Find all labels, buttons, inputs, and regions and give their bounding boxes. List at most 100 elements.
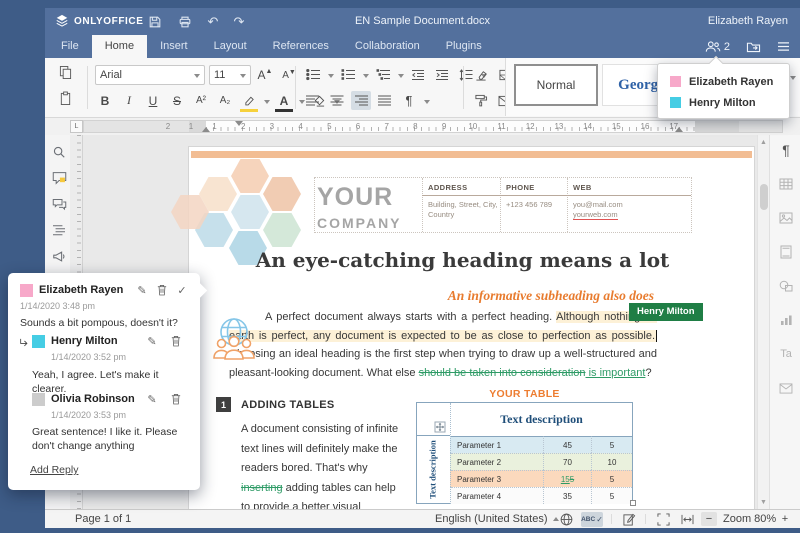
- mail-merge-settings-button[interactable]: [777, 379, 795, 397]
- comments-button[interactable]: [50, 169, 68, 187]
- table-settings-button[interactable]: [777, 175, 795, 193]
- language-selector[interactable]: English (United States): [435, 510, 559, 528]
- first-line-indent-marker[interactable]: [235, 121, 243, 130]
- copy-button[interactable]: [59, 65, 72, 80]
- contact-header-address: ADDRESS: [428, 183, 467, 192]
- decrease-indent-button[interactable]: [408, 65, 428, 84]
- delete-reply-button[interactable]: [168, 334, 184, 348]
- shape-settings-button[interactable]: [777, 277, 795, 295]
- spellcheck-button[interactable]: ABC✓: [581, 512, 603, 527]
- justify-button[interactable]: [375, 91, 395, 110]
- data-table[interactable]: Text description Text description Parame…: [416, 402, 633, 504]
- edit-reply-button[interactable]: ✎: [144, 392, 160, 406]
- vertical-scrollbar[interactable]: ▲ ▼: [757, 135, 769, 509]
- tab-layout[interactable]: Layout: [201, 35, 260, 58]
- chevron-down-icon[interactable]: [424, 100, 430, 107]
- contact-header-web: WEB: [573, 183, 592, 192]
- horizontal-ruler[interactable]: 21 1234567891011121314151617: [83, 120, 783, 133]
- align-right-button[interactable]: [351, 91, 371, 110]
- table-row: Parameter 1455: [450, 436, 632, 453]
- toolbar-separator: [87, 66, 88, 109]
- clear-formatting-button[interactable]: [471, 65, 491, 84]
- track-changes-icon: [623, 513, 636, 526]
- add-reply-link[interactable]: Add Reply: [30, 464, 78, 476]
- search-button[interactable]: [50, 143, 68, 161]
- tab-file[interactable]: File: [48, 35, 92, 58]
- underline-button[interactable]: U: [143, 91, 163, 110]
- numbered-list-button[interactable]: [338, 65, 358, 84]
- chevron-down-icon[interactable]: [264, 100, 270, 107]
- text-art-settings-button[interactable]: Ta: [777, 345, 795, 363]
- chevron-down-icon[interactable]: [328, 74, 334, 81]
- superscript-button[interactable]: A²: [191, 91, 211, 110]
- align-center-button[interactable]: [327, 91, 347, 110]
- increase-font-size-button[interactable]: A▲: [255, 66, 275, 85]
- styles-expand-button[interactable]: [789, 80, 796, 98]
- chevron-down-icon[interactable]: [363, 74, 369, 81]
- paragraph-settings-button[interactable]: ¶: [777, 141, 795, 159]
- header-footer-settings-button[interactable]: [777, 243, 795, 261]
- zoom-in-button[interactable]: +: [777, 510, 793, 528]
- edit-comment-button[interactable]: ✎: [134, 283, 150, 297]
- font-name-select[interactable]: Arial: [95, 65, 205, 85]
- decrease-font-size-button[interactable]: A▼: [279, 66, 299, 85]
- left-indent-marker[interactable]: [202, 123, 210, 132]
- delete-comment-button[interactable]: [154, 283, 170, 297]
- image-settings-button[interactable]: [777, 209, 795, 227]
- bullet-list-button[interactable]: [303, 65, 323, 84]
- resolve-comment-button[interactable]: ✓: [174, 283, 190, 297]
- font-color-button[interactable]: A: [274, 91, 294, 110]
- document-page[interactable]: YOUR COMPANY ADDRESS PHONE WEB Building,…: [188, 146, 755, 509]
- tab-insert[interactable]: Insert: [147, 35, 201, 58]
- italic-button[interactable]: I: [119, 91, 139, 110]
- delete-reply-button[interactable]: [168, 392, 184, 406]
- edit-reply-button[interactable]: ✎: [144, 334, 160, 348]
- tab-references[interactable]: References: [260, 35, 342, 58]
- fit-page-button[interactable]: [653, 510, 673, 528]
- style-normal[interactable]: Normal: [514, 64, 598, 106]
- chat-button[interactable]: [50, 195, 68, 213]
- nonprinting-characters-button[interactable]: ¶: [399, 91, 419, 110]
- multilevel-list-button[interactable]: [373, 65, 393, 84]
- tab-stop-selector[interactable]: L: [70, 120, 83, 133]
- table-row: Parameter 27010: [450, 453, 632, 470]
- track-changes-button[interactable]: [619, 510, 639, 528]
- zoom-out-button[interactable]: −: [701, 512, 717, 526]
- text-cursor: [656, 330, 657, 342]
- font-size-select[interactable]: 11: [209, 65, 251, 85]
- tab-plugins[interactable]: Plugins: [433, 35, 495, 58]
- subscript-button[interactable]: A₂: [215, 91, 235, 110]
- fit-width-button[interactable]: [677, 510, 697, 528]
- users-button[interactable]: 2: [705, 40, 730, 53]
- table-move-handle[interactable]: [434, 421, 446, 433]
- reply-arrow-icon: [16, 336, 32, 350]
- set-language-button[interactable]: [557, 510, 575, 528]
- feedback-button[interactable]: [50, 247, 68, 265]
- paste-button[interactable]: [59, 91, 72, 106]
- tab-collaboration[interactable]: Collaboration: [342, 35, 433, 58]
- strikethrough-button[interactable]: S: [167, 91, 187, 110]
- open-file-location-button[interactable]: [746, 40, 761, 53]
- hamburger-menu-icon: [777, 41, 790, 52]
- increase-indent-button[interactable]: [432, 65, 452, 84]
- tab-home[interactable]: Home: [92, 35, 147, 58]
- navigation-button[interactable]: [50, 221, 68, 239]
- scrollbar-thumb[interactable]: [760, 184, 768, 210]
- menu-button[interactable]: [777, 41, 790, 52]
- highlight-color-button[interactable]: [239, 91, 259, 110]
- current-user-name: Elizabeth Rayen: [708, 15, 788, 27]
- table-row: Parameter 3 155 5: [450, 470, 632, 487]
- scroll-down-button[interactable]: ▼: [758, 496, 769, 508]
- highlighter-icon: [243, 95, 256, 106]
- table-resize-handle[interactable]: [630, 500, 636, 506]
- bold-button[interactable]: B: [95, 91, 115, 110]
- scroll-up-button[interactable]: ▲: [758, 136, 769, 148]
- align-left-button[interactable]: [303, 91, 323, 110]
- copy-style-button[interactable]: [471, 91, 491, 110]
- chevron-down-icon[interactable]: [398, 74, 404, 81]
- contact-address-value: Building, Street, City,Country: [428, 200, 498, 219]
- contact-header-phone: PHONE: [506, 183, 535, 192]
- right-indent-marker[interactable]: [675, 123, 683, 132]
- chart-settings-button[interactable]: [777, 311, 795, 329]
- table-icon: [779, 178, 793, 190]
